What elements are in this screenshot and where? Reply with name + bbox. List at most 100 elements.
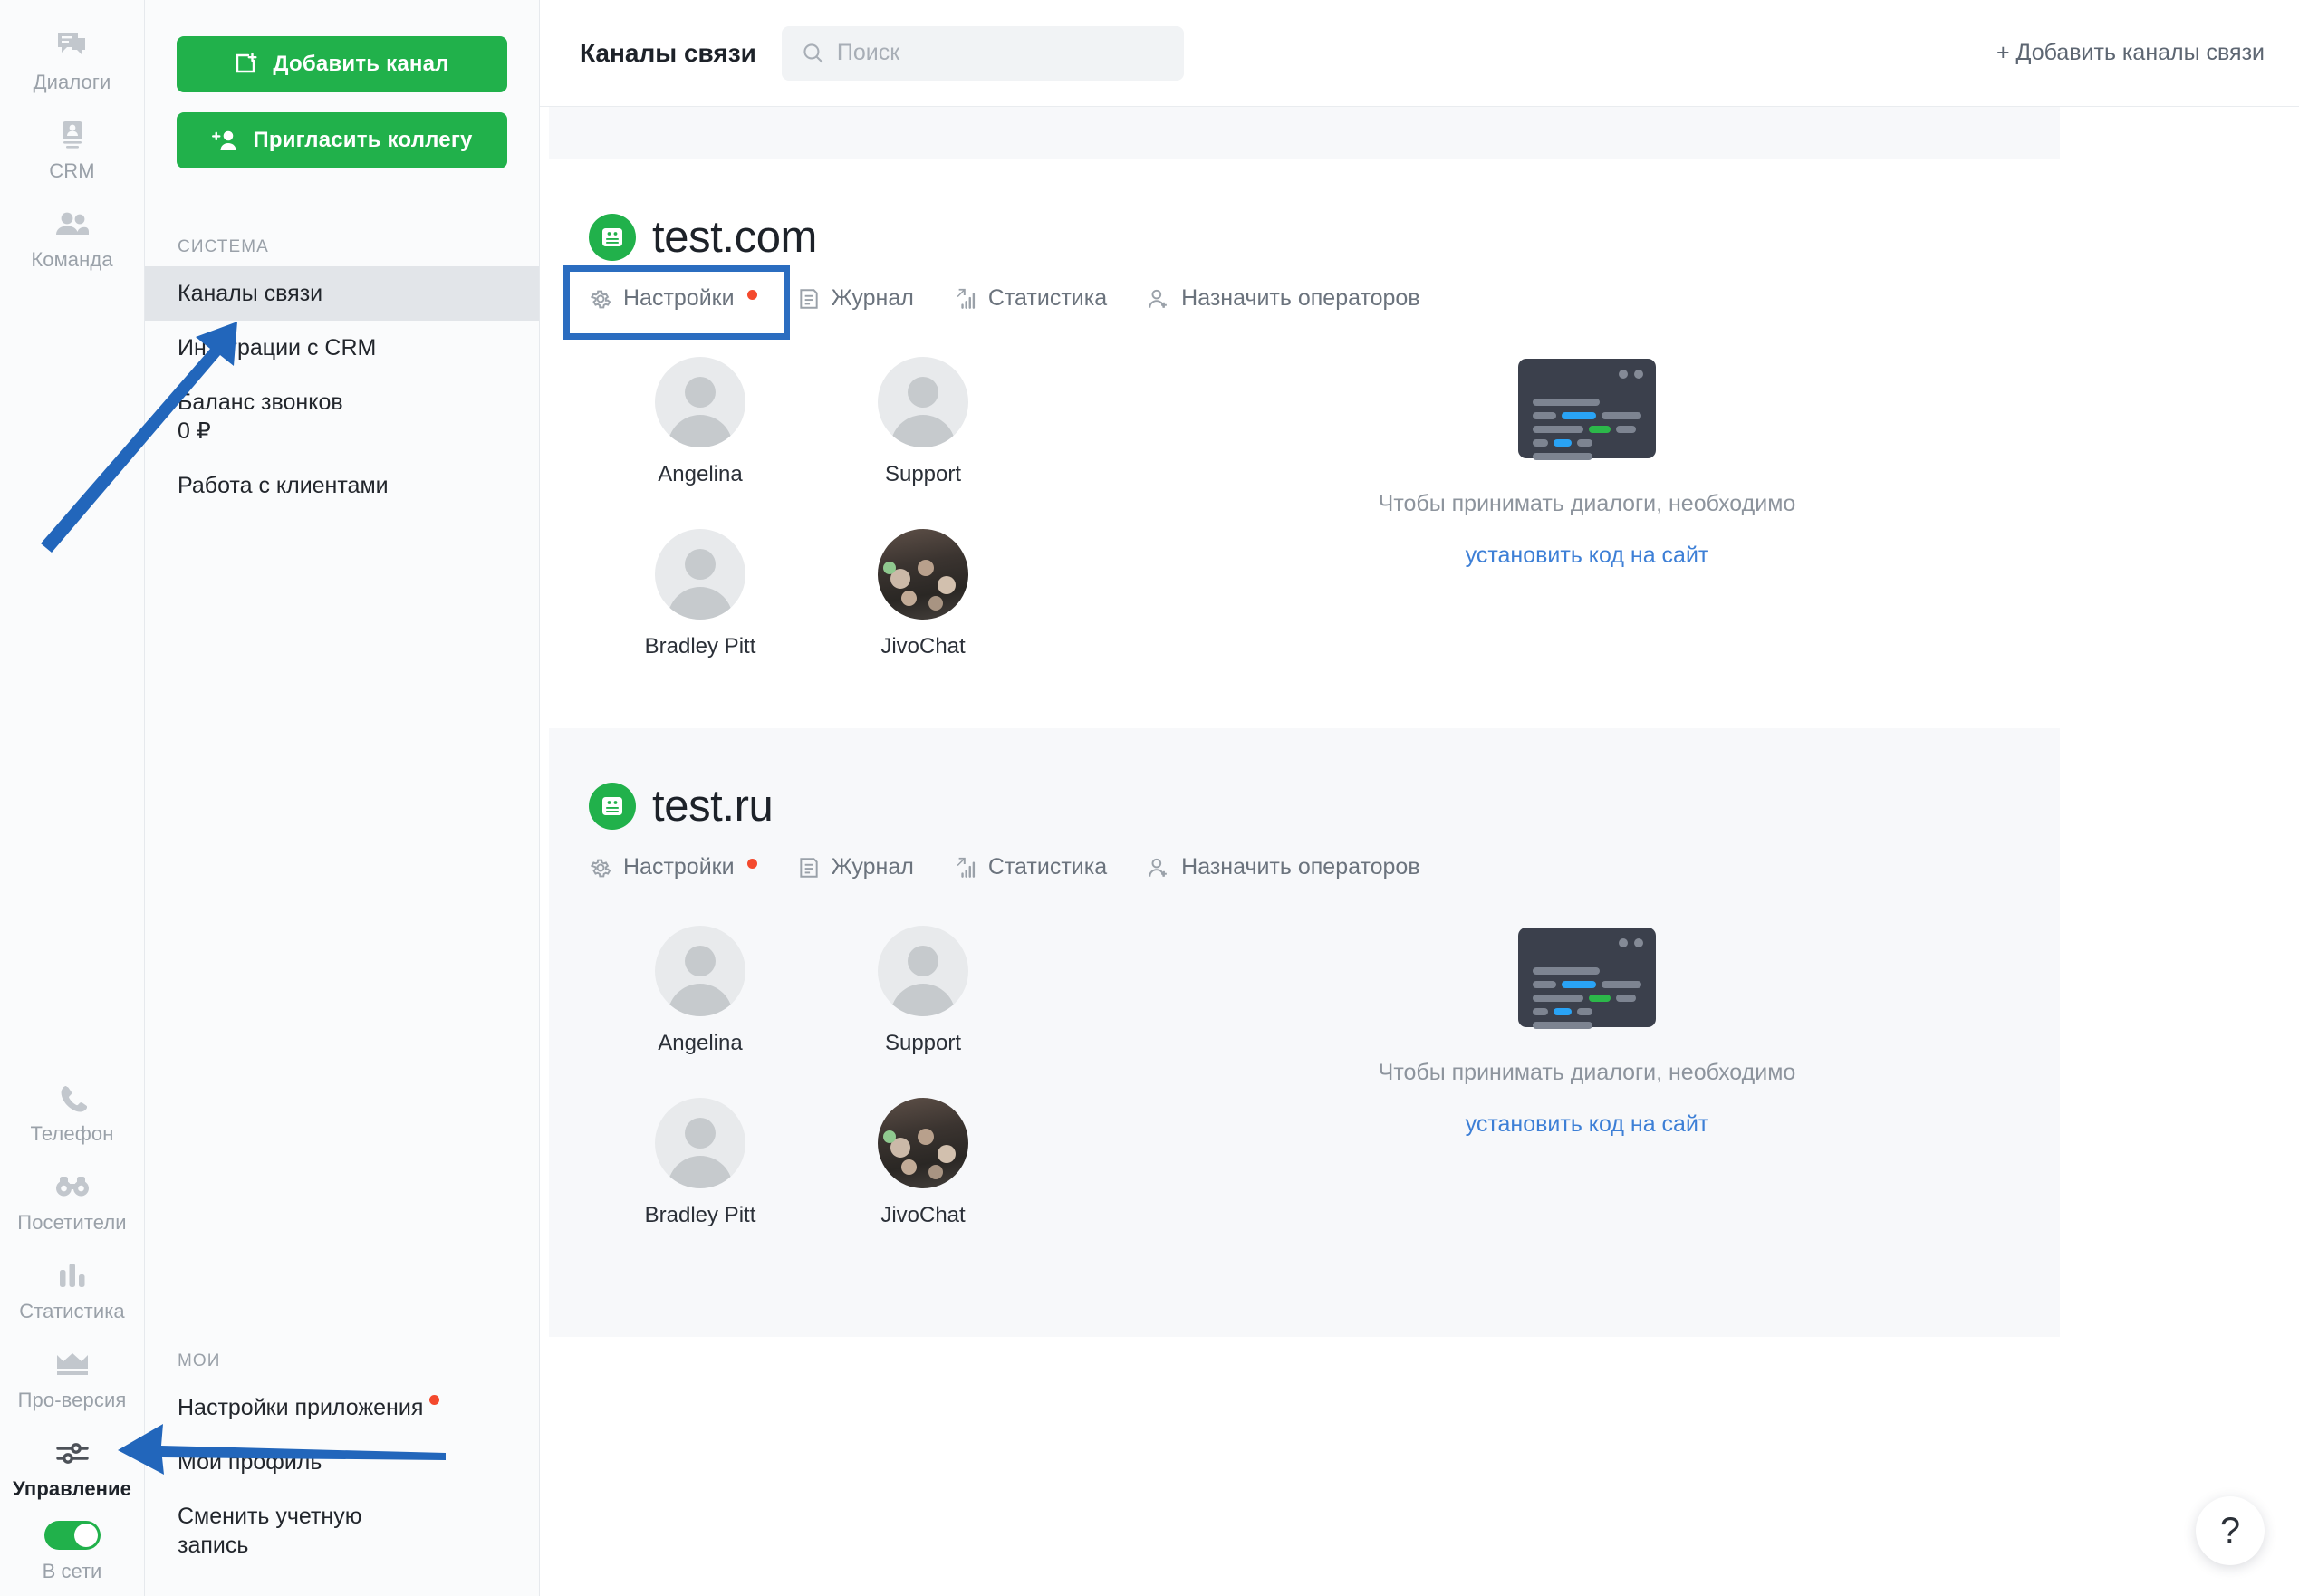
rail-item-dialogs[interactable]: Диалоги [0, 16, 144, 105]
tab-assign-operators[interactable]: Назначить операторов [1147, 854, 1420, 880]
sidebar-item-sublabel: 0 ₽ [178, 418, 211, 444]
page-header: Каналы связи + Добавить каналы связи [540, 0, 2299, 107]
sidebar-item-channels[interactable]: Каналы связи [145, 266, 539, 321]
rail-item-label: CRM [49, 159, 95, 182]
add-channel-icon [236, 53, 257, 73]
search-icon [803, 43, 823, 63]
operator-item[interactable]: Bradley Pitt [589, 529, 812, 659]
install-hint-text: Чтобы принимать диалоги, необходимо [1378, 491, 1796, 516]
channel-tabs: Настройки Журнал Статистика Назначить оп… [589, 854, 2060, 880]
tab-statistics[interactable]: Статистика [954, 285, 1107, 312]
tab-label: Журнал [831, 285, 914, 311]
binoculars-icon [53, 1168, 91, 1205]
channel-body: Angelina Support Bradley Pitt JivoChat Ч… [589, 357, 2060, 659]
journal-icon [799, 288, 818, 309]
search-input[interactable] [836, 40, 1164, 66]
operator-name: Bradley Pitt [644, 1203, 756, 1227]
operators-grid: Angelina Support Bradley Pitt JivoChat [589, 926, 1223, 1228]
gear-icon [590, 290, 611, 308]
tab-settings[interactable]: Настройки [589, 285, 757, 312]
add-channels-link[interactable]: + Добавить каналы связи [1996, 40, 2265, 66]
code-window-illustration-icon [1518, 359, 1656, 460]
sidebar-item-my-profile[interactable]: Мой профиль [145, 1435, 539, 1489]
tab-label: Назначить операторов [1181, 285, 1420, 311]
online-status-group: В сети [0, 1512, 144, 1583]
operator-name: Angelina [658, 462, 743, 486]
rail-item-label: Управление [12, 1477, 131, 1500]
invite-colleague-button[interactable]: Пригласить коллегу [177, 112, 507, 168]
channels-scroll-area[interactable]: test.com Настройки Журнал Статистика Наз… [540, 107, 2299, 1596]
operator-name: Angelina [658, 1031, 743, 1055]
operator-item[interactable]: JivoChat [812, 529, 1034, 659]
operator-item[interactable]: Bradley Pitt [589, 1098, 812, 1228]
operator-item[interactable]: Angelina [589, 926, 812, 1056]
avatar [878, 926, 968, 1016]
rail-item-label: Посетители [17, 1211, 127, 1234]
tab-settings[interactable]: Настройки [589, 854, 757, 880]
channel-card: test.ru Настройки Журнал Статистика Назн… [549, 728, 2060, 1337]
avatar [878, 1098, 968, 1188]
sidebar-item-crm-integrations[interactable]: Интеграции с CRM [145, 321, 539, 375]
operator-item[interactable]: Angelina [589, 357, 812, 487]
operator-item[interactable]: JivoChat [812, 1098, 1034, 1228]
operator-name: Support [884, 1031, 962, 1055]
operator-item[interactable]: Support [812, 926, 1034, 1056]
rail-item-statistics[interactable]: Статистика [0, 1245, 144, 1334]
sidebar-item-switch-account[interactable]: Сменить учетную запись [145, 1489, 539, 1572]
operator-item[interactable]: Support [812, 357, 1034, 487]
rail-item-phone[interactable]: Телефон [0, 1068, 144, 1157]
page-title: Каналы связи [580, 38, 756, 67]
sidebar-actions: Добавить канал Пригласить коллегу [145, 0, 539, 188]
notification-dot-icon [429, 1395, 440, 1405]
operator-name: Bradley Pitt [644, 634, 756, 659]
cards-gap [549, 699, 2060, 728]
code-window-illustration-icon [1518, 928, 1656, 1029]
sidebar-section-mine: МОИ Настройки приложения Мой профиль Сме… [145, 1303, 539, 1596]
sidebar-item-client-work[interactable]: Работа с клиентами [145, 458, 539, 513]
tab-assign-operators[interactable]: Назначить операторов [1147, 285, 1420, 312]
tab-journal[interactable]: Журнал [797, 285, 914, 312]
rail-item-management[interactable]: Управление [0, 1423, 144, 1512]
help-button[interactable]: ? [2196, 1496, 2265, 1565]
tab-label: Статистика [987, 854, 1108, 880]
tab-statistics[interactable]: Статистика [954, 854, 1107, 880]
phone-icon [53, 1080, 91, 1116]
rail-bottom-group: Телефон Посетители Статистика Про-версия… [0, 1068, 144, 1596]
rail-item-visitors[interactable]: Посетители [0, 1157, 144, 1245]
invite-colleague-label: Пригласить коллегу [253, 128, 473, 152]
operator-name: Support [884, 462, 962, 486]
sidebar-item-label: Баланс звонков [178, 389, 343, 415]
rail-item-crm[interactable]: CRM [0, 105, 144, 194]
tab-journal[interactable]: Журнал [797, 854, 914, 880]
sidebar-item-call-balance[interactable]: Баланс звонков 0 ₽ [145, 375, 539, 458]
notification-dot-icon [746, 290, 757, 300]
add-channel-button[interactable]: Добавить канал [177, 36, 507, 92]
channels-column: test.com Настройки Журнал Статистика Наз… [549, 107, 2060, 1337]
avatar [655, 529, 745, 620]
channel-name: test.com [652, 212, 817, 262]
install-code-link[interactable]: установить код на сайт [1466, 1111, 1709, 1138]
online-toggle[interactable] [43, 1521, 101, 1550]
rail-item-label: Про-версия [17, 1389, 127, 1411]
rail-item-pro[interactable]: Про-версия [0, 1334, 144, 1423]
journal-icon [799, 857, 818, 878]
search-box[interactable] [781, 25, 1184, 81]
sidebar-item-label: Работа с клиентами [178, 473, 389, 498]
rail-item-team[interactable]: Команда [0, 194, 144, 283]
tab-label: Статистика [987, 285, 1108, 311]
avatar [655, 1098, 745, 1188]
operator-name: JivoChat [880, 1203, 966, 1227]
install-hint-text: Чтобы принимать диалоги, необходимо [1378, 1060, 1796, 1085]
avatar [878, 357, 968, 447]
add-person-icon [212, 130, 236, 150]
install-code-link[interactable]: установить код на сайт [1466, 543, 1709, 569]
sidebar-section-system-title: СИСТЕМА [178, 237, 269, 256]
sidebar-item-label: Настройки приложения [178, 1395, 424, 1420]
sidebar-item-app-settings[interactable]: Настройки приложения [145, 1380, 539, 1435]
avatar [655, 926, 745, 1016]
bar-chart-icon [53, 1257, 91, 1293]
rail-item-label: Диалоги [33, 71, 111, 93]
stats-icon [957, 857, 975, 878]
add-channel-label: Добавить канал [273, 52, 449, 76]
add-user-icon [1149, 289, 1168, 308]
